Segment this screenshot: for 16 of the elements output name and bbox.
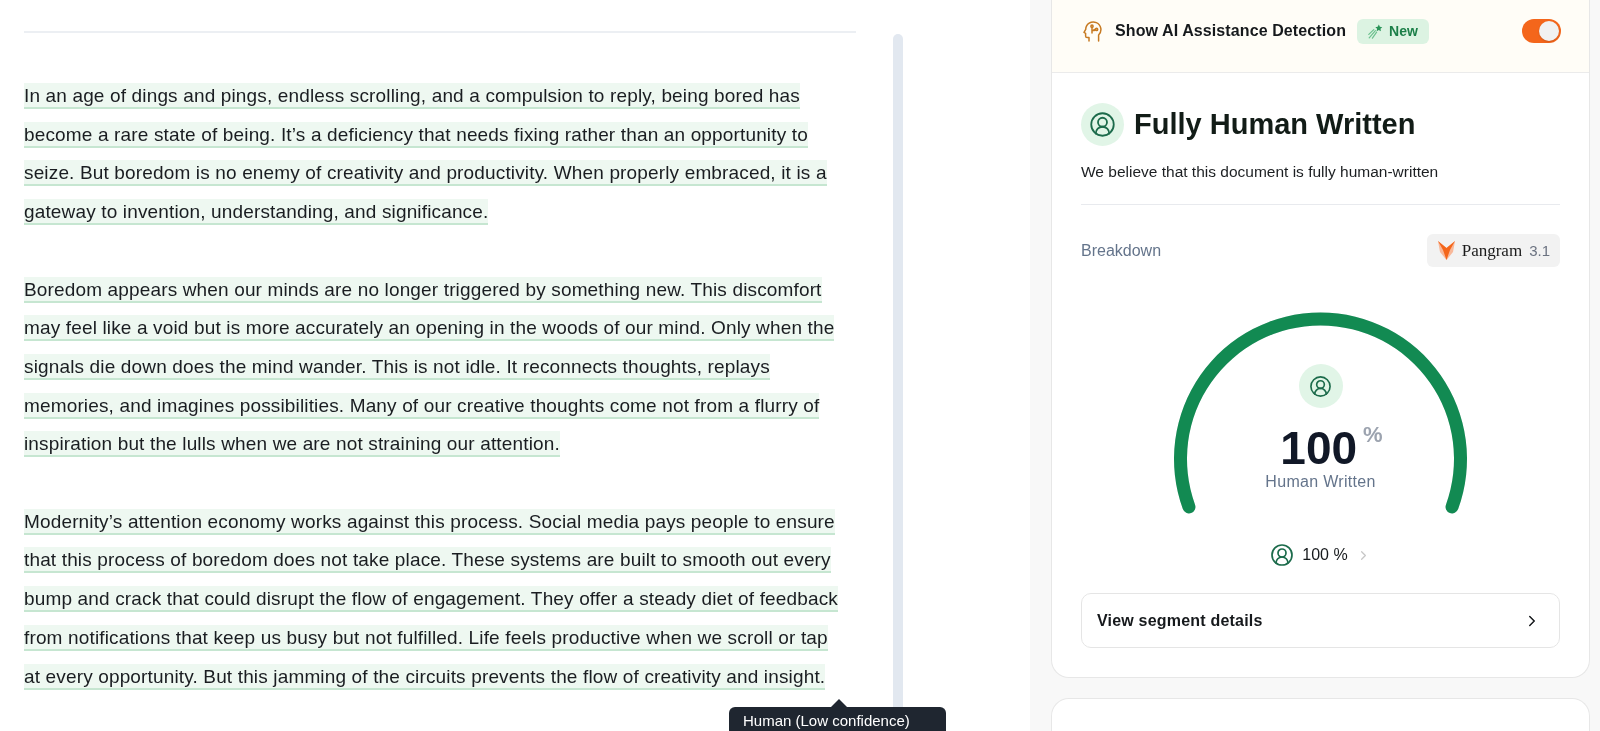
result-description: We believe that this document is fully human-written bbox=[1081, 162, 1440, 182]
detection-toggle[interactable] bbox=[1522, 19, 1561, 43]
detection-label: Show AI Assistance Detection bbox=[1115, 22, 1346, 40]
result-title: Fully Human Written bbox=[1134, 108, 1416, 141]
breakdown-label: Breakdown bbox=[1081, 241, 1162, 260]
model-name: Pangram bbox=[1461, 240, 1523, 261]
user-circle-icon bbox=[1081, 103, 1124, 146]
human-percentage: 100 % bbox=[1302, 546, 1348, 564]
shooting-star-icon bbox=[1368, 23, 1383, 39]
fox-logo-icon bbox=[1437, 241, 1455, 260]
user-circle-icon bbox=[1270, 543, 1295, 567]
badge-label: New bbox=[1389, 23, 1418, 39]
tooltip: Human (Low confidence) bbox=[729, 699, 946, 731]
model-version: 3.1 bbox=[1529, 242, 1550, 259]
head-circuit-icon bbox=[1083, 20, 1103, 42]
view-details-button[interactable]: View segment details bbox=[1081, 593, 1560, 648]
